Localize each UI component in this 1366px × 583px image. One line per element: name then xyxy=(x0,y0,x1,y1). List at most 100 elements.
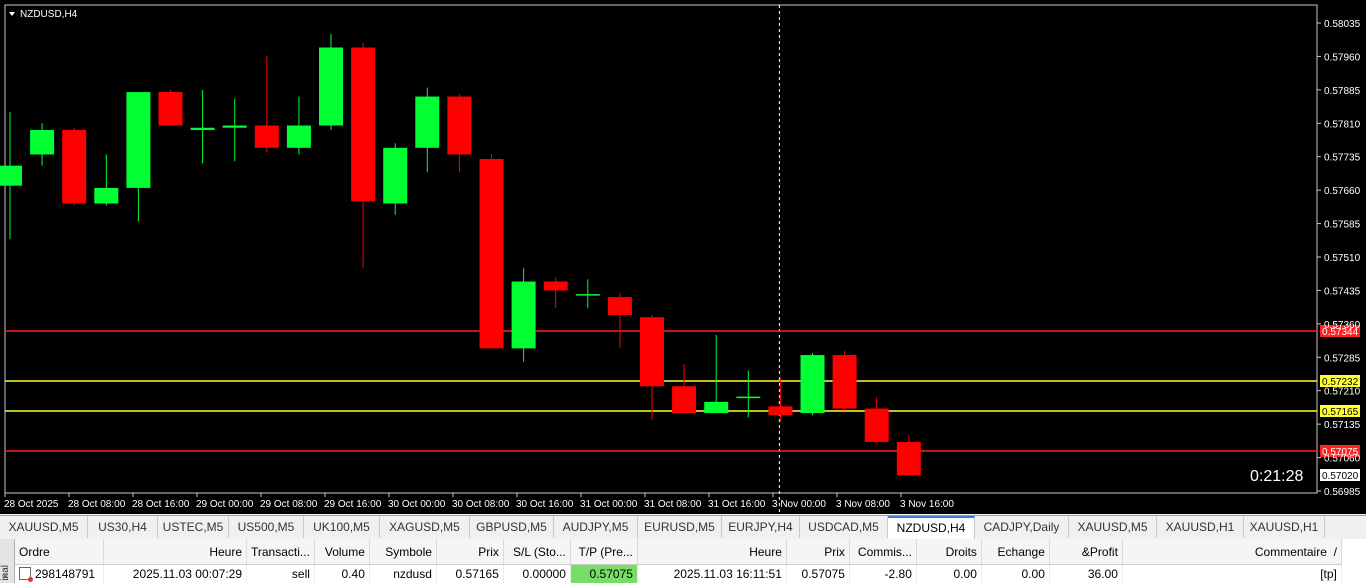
col-volume[interactable]: Volume xyxy=(314,539,370,565)
level-price-label: 0.57165 xyxy=(1322,407,1359,418)
candle-body xyxy=(222,125,247,128)
chart-frame xyxy=(4,4,1318,494)
cell-volume: 0.40 xyxy=(314,564,370,583)
cell-price: 0.57165 xyxy=(436,564,504,583)
col-symbol[interactable]: Symbole xyxy=(369,539,437,565)
candle-body xyxy=(479,158,504,349)
tab-ustec-m5[interactable]: USTEC,M5 xyxy=(158,516,229,538)
candle-body xyxy=(607,297,632,315)
price-tick-label: 0.57210 xyxy=(1324,387,1361,398)
price-tick-label: 0.57885 xyxy=(1324,86,1361,97)
candle-body xyxy=(832,355,857,409)
time-tick-label: 28 Oct 08:00 xyxy=(68,499,126,510)
time-tick-label: 31 Oct 00:00 xyxy=(580,499,638,510)
level-price-label: 0.57020 xyxy=(1322,471,1359,482)
tab-xauusd-h1[interactable]: XAUUSD,H1 xyxy=(1157,516,1244,538)
tab-uk100-m5[interactable]: UK100,M5 xyxy=(304,516,380,538)
col-sl[interactable]: S/L (Sto... xyxy=(503,539,571,565)
time-tick-label: 31 Oct 08:00 xyxy=(644,499,702,510)
chart-tabs: XAUUSD,M5 US30,H4 USTEC,M5 US500,M5 UK100,M5… xyxy=(0,515,1366,540)
price-tick-label: 0.57510 xyxy=(1324,253,1361,264)
candle-body xyxy=(62,129,87,204)
candle-body xyxy=(30,129,55,155)
price-tick-label: 0.57285 xyxy=(1324,353,1361,364)
terminal-sidebar: × inal xyxy=(0,539,15,583)
cell-order: 298148791 xyxy=(15,564,104,583)
tab-cadjpy-daily[interactable]: CADJPY,Daily xyxy=(975,516,1069,538)
col-tp[interactable]: T/P (Pre... xyxy=(570,539,638,565)
tab-xagusd-m5[interactable]: XAGUSD,M5 xyxy=(380,516,470,538)
price-tick-label: 0.57060 xyxy=(1324,454,1361,465)
candle-body xyxy=(126,92,151,188)
tab-eurjpy-h4[interactable]: EURJPY,H4 xyxy=(722,516,800,538)
cell-type: sell xyxy=(246,564,315,583)
candle-body xyxy=(768,406,793,416)
col-commission[interactable]: Commis... xyxy=(849,539,917,565)
candle-body xyxy=(415,96,440,148)
time-tick-label: 3 Nov 00:00 xyxy=(772,499,826,510)
col-open-time[interactable]: Heure xyxy=(103,539,247,565)
time-tick-label: 3 Nov 08:00 xyxy=(836,499,890,510)
table-header-row: Ordre Heure Transacti... Volume Symbole … xyxy=(15,539,1342,565)
tab-nzdusd-h4[interactable]: NZDUSD,H4 xyxy=(888,516,975,539)
time-tick-label: 30 Oct 16:00 xyxy=(516,499,574,510)
tab-eurusd-m5[interactable]: EURUSD,M5 xyxy=(638,516,722,538)
time-tick-label: 31 Oct 16:00 xyxy=(708,499,766,510)
price-tick-label: 0.57435 xyxy=(1324,286,1361,297)
col-fee[interactable]: Echange xyxy=(981,539,1050,565)
cell-fee: 0.00 xyxy=(981,564,1050,583)
col-comment-label: Commentaire xyxy=(1254,544,1327,559)
tab-xauusd-h1[interactable]: XAUUSD,H1 xyxy=(1244,516,1325,538)
time-tick-label: 29 Oct 16:00 xyxy=(324,499,382,510)
price-tick-label: 0.57960 xyxy=(1324,52,1361,63)
col-order[interactable]: Ordre xyxy=(15,539,104,565)
cell-profit: 36.00 xyxy=(1049,564,1123,583)
candle-body xyxy=(351,47,376,202)
col-profit[interactable]: &Profit xyxy=(1049,539,1123,565)
time-tick-label: 3 Nov 16:00 xyxy=(900,499,954,510)
tab-us500-m5[interactable]: US500,M5 xyxy=(229,516,304,538)
price-tick-label: 0.57660 xyxy=(1324,186,1361,197)
time-tick-label: 28 Oct 2025 xyxy=(4,499,59,510)
col-type[interactable]: Transacti... xyxy=(246,539,315,565)
price-tick-label: 0.57735 xyxy=(1324,153,1361,164)
candle-body xyxy=(672,386,697,413)
tab-usdcad-m5[interactable]: USDCAD,M5 xyxy=(800,516,888,538)
cell-open-time: 2025.11.03 00:07:29 xyxy=(103,564,247,583)
cell-sl: 0.00000 xyxy=(503,564,571,583)
candle-body xyxy=(511,281,536,349)
time-tick-label: 29 Oct 00:00 xyxy=(196,499,254,510)
price-tick-label: 0.56985 xyxy=(1324,487,1361,498)
candle-body xyxy=(383,147,408,204)
table-row[interactable]: 298148791 2025.11.03 00:07:29 sell 0.40 … xyxy=(15,564,1342,583)
cell-symbol: nzdusd xyxy=(369,564,437,583)
tab-xauusd-m5[interactable]: XAUUSD,M5 xyxy=(1069,516,1157,538)
candle-body xyxy=(640,317,664,387)
col-comment[interactable]: Commentaire / xyxy=(1122,539,1342,565)
candle-body xyxy=(158,92,183,126)
candle-body xyxy=(190,127,215,130)
col-close-time[interactable]: Heure xyxy=(637,539,787,565)
tab-gbpusd-m5[interactable]: GBPUSD,M5 xyxy=(470,516,554,538)
terminal-side-label: inal xyxy=(0,565,11,581)
candlestick-chart-svg[interactable]: 0.573440.572320.571650.570750.570200.580… xyxy=(0,0,1366,514)
col-close-price[interactable]: Prix xyxy=(786,539,850,565)
tab-audjpy-m5[interactable]: AUDJPY,M5 xyxy=(554,516,638,538)
tab-us30-h4[interactable]: US30,H4 xyxy=(88,516,158,538)
candle-body xyxy=(800,355,825,413)
candle-body xyxy=(0,165,22,186)
tab-xauusd-m5[interactable]: XAUUSD,M5 xyxy=(0,516,88,538)
cell-commission: -2.80 xyxy=(849,564,917,583)
col-price[interactable]: Prix xyxy=(436,539,504,565)
chart-symbol-title: NZDUSD,H4 xyxy=(20,9,78,20)
price-tick-label: 0.57135 xyxy=(1324,420,1361,431)
price-chart[interactable]: 0.57344 0.57232 0.57165 0.57075 0.57020 0.580… xyxy=(0,0,1366,514)
col-swap[interactable]: Droits xyxy=(916,539,982,565)
closed-order-icon xyxy=(19,567,33,582)
cell-comment: [tp] xyxy=(1122,564,1342,583)
dropdown-triangle-icon[interactable] xyxy=(9,12,15,16)
candle-body xyxy=(254,125,279,148)
cell-close-price: 0.57075 xyxy=(786,564,850,583)
price-tick-label: 0.57810 xyxy=(1324,119,1361,130)
candle-body xyxy=(896,441,921,476)
